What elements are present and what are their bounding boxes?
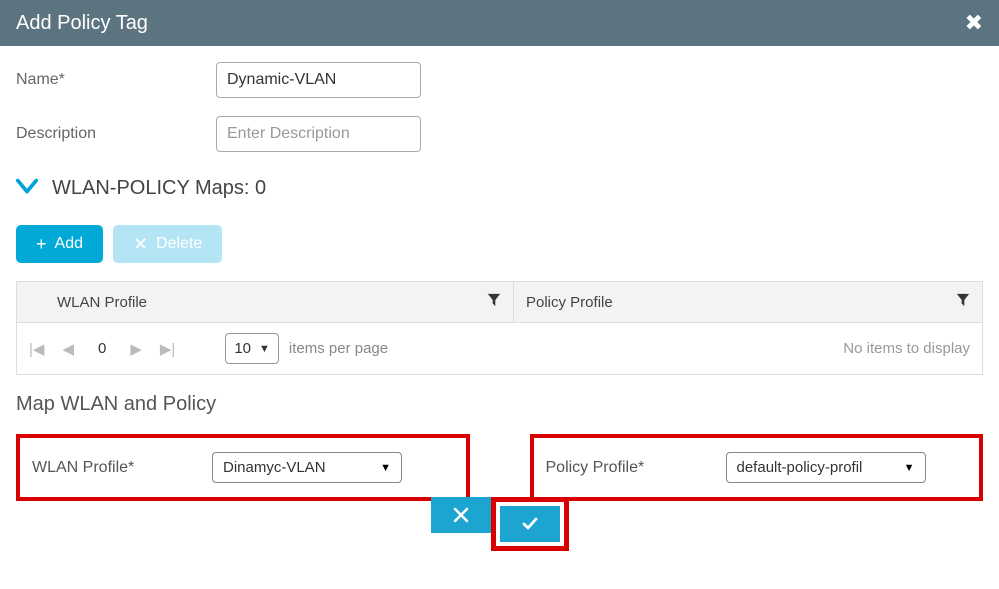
page-size-control: 10 ▼ items per page <box>225 333 388 364</box>
maps-table: WLAN Profile Policy Profile |◀ ◀ 0 ▶ ▶| <box>16 281 983 375</box>
description-input[interactable] <box>216 116 421 152</box>
name-input[interactable] <box>216 62 421 98</box>
add-button[interactable]: + Add <box>16 225 103 263</box>
check-icon <box>521 515 539 533</box>
page-first-icon[interactable]: |◀ <box>29 340 44 358</box>
description-label: Description <box>16 125 216 143</box>
filter-icon[interactable] <box>487 292 501 312</box>
page-last-icon[interactable]: ▶| <box>160 340 175 358</box>
filter-icon[interactable] <box>956 292 970 312</box>
column-header-policy-profile[interactable]: Policy Profile <box>514 282 982 322</box>
policy-profile-select[interactable]: default-policy-profil ▼ <box>726 452 926 483</box>
confirm-highlight <box>491 497 569 551</box>
add-button-label: Add <box>55 235 83 253</box>
pager-controls: |◀ ◀ 0 ▶ ▶| <box>29 340 175 358</box>
caret-down-icon: ▼ <box>904 462 915 474</box>
plus-icon: + <box>36 235 47 253</box>
section-toggle[interactable]: WLAN-POLICY Maps: 0 <box>16 177 983 200</box>
column-header-wlan-profile[interactable]: WLAN Profile <box>45 282 514 322</box>
confirm-map-button[interactable] <box>500 506 560 542</box>
caret-down-icon: ▼ <box>259 343 270 355</box>
x-icon <box>452 506 470 524</box>
no-items-label: No items to display <box>843 340 970 357</box>
map-section-title: Map WLAN and Policy <box>16 393 983 416</box>
column-header-wlan-profile-label: WLAN Profile <box>57 294 147 311</box>
wlan-profile-box: WLAN Profile* Dinamyc-VLAN ▼ <box>16 434 470 501</box>
dialog-content: Name* Description WLAN-POLICY Maps: 0 + … <box>0 46 999 567</box>
dialog-header: Add Policy Tag ✖ <box>0 0 999 46</box>
page-size-value: 10 <box>234 340 251 357</box>
section-title-text: WLAN-POLICY Maps: <box>52 177 255 199</box>
dialog-title: Add Policy Tag <box>16 12 148 35</box>
x-icon: ✕ <box>133 235 148 253</box>
close-icon[interactable]: ✖ <box>965 10 983 36</box>
section-title: WLAN-POLICY Maps: 0 <box>52 177 266 200</box>
wlan-profile-value: Dinamyc-VLAN <box>223 459 326 476</box>
policy-profile-value: default-policy-profil <box>737 459 863 476</box>
map-row: WLAN Profile* Dinamyc-VLAN ▼ Policy Prof… <box>16 434 983 501</box>
map-action-row <box>16 497 983 551</box>
page-next-icon[interactable]: ▶ <box>130 340 142 358</box>
column-header-policy-profile-label: Policy Profile <box>526 294 613 311</box>
name-label: Name* <box>16 71 216 89</box>
button-row: + Add ✕ Delete <box>16 225 983 263</box>
policy-profile-box: Policy Profile* default-policy-profil ▼ <box>530 434 984 501</box>
section-count: 0 <box>255 177 266 199</box>
name-row: Name* <box>16 62 983 98</box>
items-per-page-label: items per page <box>289 340 388 357</box>
caret-down-icon: ▼ <box>380 462 391 474</box>
description-row: Description <box>16 116 983 152</box>
policy-profile-label: Policy Profile* <box>546 459 726 477</box>
page-number: 0 <box>98 340 106 357</box>
chevron-down-icon[interactable] <box>16 178 38 200</box>
page-prev-icon[interactable]: ◀ <box>62 340 74 358</box>
wlan-profile-label: WLAN Profile* <box>32 459 212 477</box>
page-size-select[interactable]: 10 ▼ <box>225 333 279 364</box>
delete-button-label: Delete <box>156 235 202 253</box>
cancel-map-button[interactable] <box>431 497 491 533</box>
checkbox-column-header <box>17 282 45 322</box>
delete-button: ✕ Delete <box>113 225 222 263</box>
wlan-profile-select[interactable]: Dinamyc-VLAN ▼ <box>212 452 402 483</box>
pager-row: |◀ ◀ 0 ▶ ▶| 10 ▼ items per page No items… <box>17 323 982 374</box>
table-head: WLAN Profile Policy Profile <box>17 282 982 323</box>
